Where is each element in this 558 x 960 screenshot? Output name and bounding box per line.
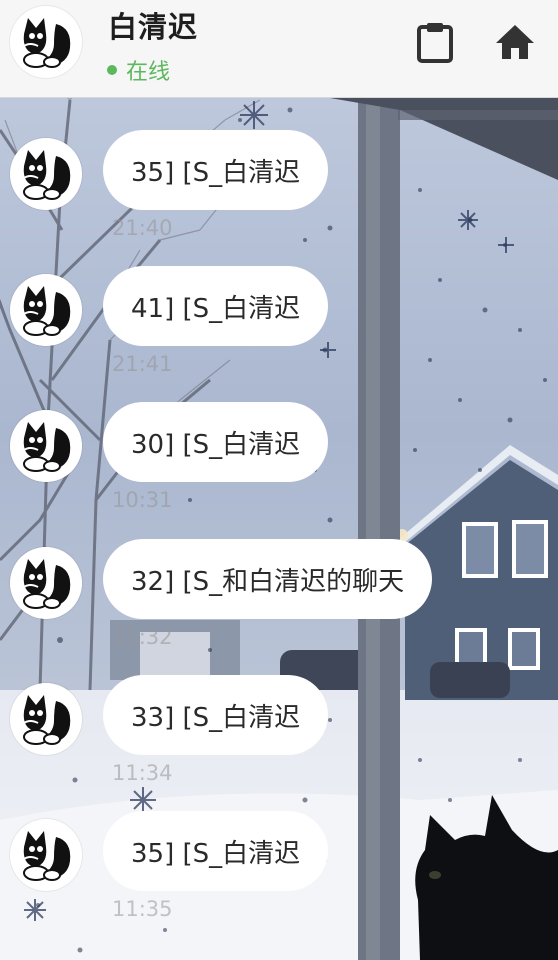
sender-avatar[interactable] — [10, 683, 82, 755]
message-row: 41] [S_白清迟 21:41 — [0, 266, 558, 396]
contact-name: 白清迟 — [108, 10, 199, 44]
message-timestamp: 11:32 — [112, 625, 173, 649]
online-status: 在线 — [107, 54, 170, 86]
message-timestamp: 11:35 — [112, 897, 173, 921]
status-text: 在线 — [126, 60, 171, 85]
message-row: 30] [S_白清迟 10:31 — [0, 402, 558, 532]
message-bubble[interactable]: 30] [S_白清迟 — [103, 402, 329, 482]
message-row: 35] [S_白清迟 21:40 — [0, 130, 558, 260]
message-bubble[interactable]: 35] [S_白清迟 — [103, 811, 329, 891]
message-bubble[interactable]: 35] [S_白清迟 — [103, 130, 329, 210]
message-bubble[interactable]: 41] [S_白清迟 — [103, 266, 329, 346]
clipboard-icon[interactable] — [413, 20, 457, 64]
message-timestamp: 10:31 — [112, 488, 173, 512]
online-dot-icon — [107, 65, 117, 75]
chat-header: 白清迟 在线 — [0, 0, 558, 98]
message-bubble[interactable]: 33] [S_白清迟 — [103, 675, 329, 755]
message-row: 35] [S_白清迟 11:35 — [0, 811, 558, 941]
sender-avatar[interactable] — [10, 274, 82, 346]
sender-avatar[interactable] — [10, 138, 82, 210]
message-timestamp: 21:41 — [112, 352, 173, 376]
message-timestamp: 11:34 — [112, 761, 173, 785]
home-icon[interactable] — [493, 20, 537, 64]
message-row: 33] [S_白清迟 11:34 — [0, 675, 558, 805]
sender-avatar[interactable] — [10, 819, 82, 891]
message-row: 32] [S_和白清迟的聊天 11:32 — [0, 539, 558, 669]
sender-avatar[interactable] — [10, 410, 82, 482]
message-bubble[interactable]: 32] [S_和白清迟的聊天 — [103, 539, 433, 619]
contact-avatar[interactable] — [10, 6, 82, 78]
sender-avatar[interactable] — [10, 547, 82, 619]
message-timestamp: 21:40 — [112, 216, 173, 240]
